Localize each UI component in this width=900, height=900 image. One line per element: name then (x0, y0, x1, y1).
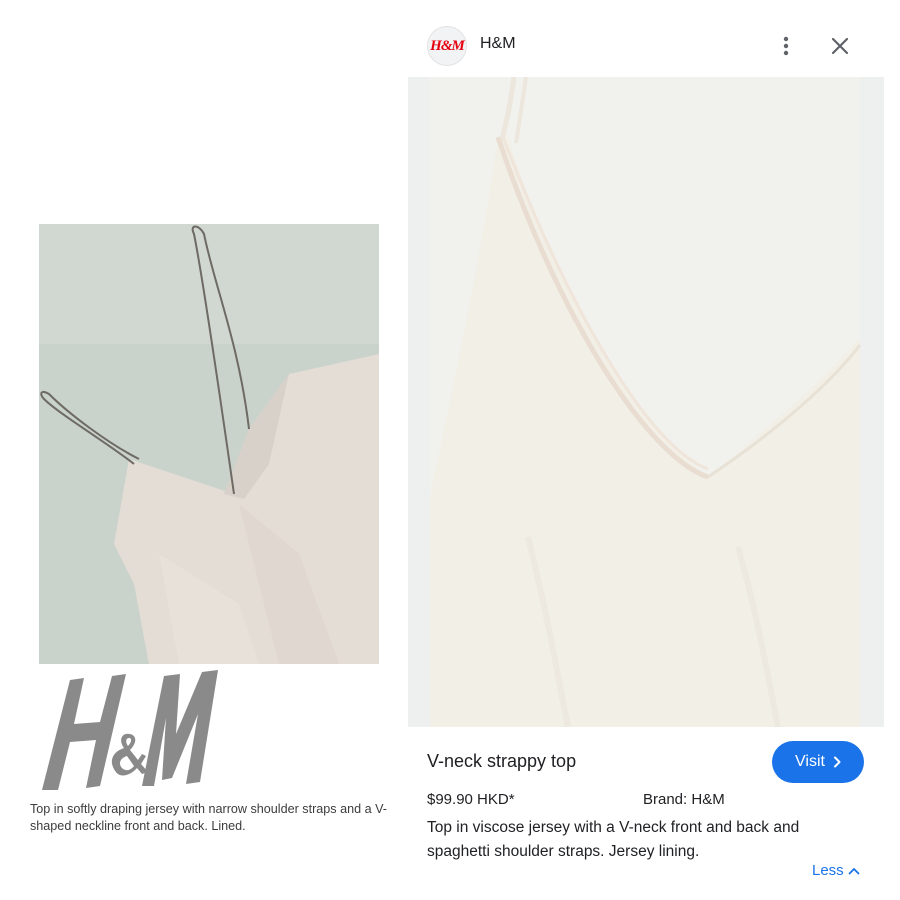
chevron-right-icon (833, 756, 841, 768)
product-detail-card: H&M H&M V-neck strappy top Visit $99.90 … (408, 20, 884, 890)
product-title: V-neck strappy top (427, 751, 577, 771)
product-description: Top in viscose jersey with a V-neck fron… (427, 819, 800, 860)
more-options-button[interactable] (772, 32, 800, 60)
collage-product-photo (39, 224, 379, 664)
close-button[interactable] (826, 32, 854, 60)
visit-label: Visit (795, 753, 825, 770)
chevron-up-icon (848, 867, 860, 874)
brand-avatar-text: H&M (430, 37, 465, 54)
card-header: H&M H&M (408, 20, 884, 76)
less-button[interactable]: Less (812, 862, 860, 879)
more-vertical-icon (783, 36, 789, 56)
close-icon (831, 37, 849, 55)
brand-name[interactable]: H&M (480, 35, 516, 53)
visit-button[interactable]: Visit (772, 741, 864, 783)
product-brand: Brand: H&M (643, 791, 725, 808)
product-image[interactable] (408, 77, 884, 727)
hm-brand-logo (30, 662, 220, 802)
collage-description: Top in softly draping jersey with narrow… (30, 802, 388, 833)
less-label: Less (812, 862, 844, 879)
product-price: $99.90 HKD* (427, 791, 515, 808)
brand-avatar[interactable]: H&M (427, 26, 467, 66)
